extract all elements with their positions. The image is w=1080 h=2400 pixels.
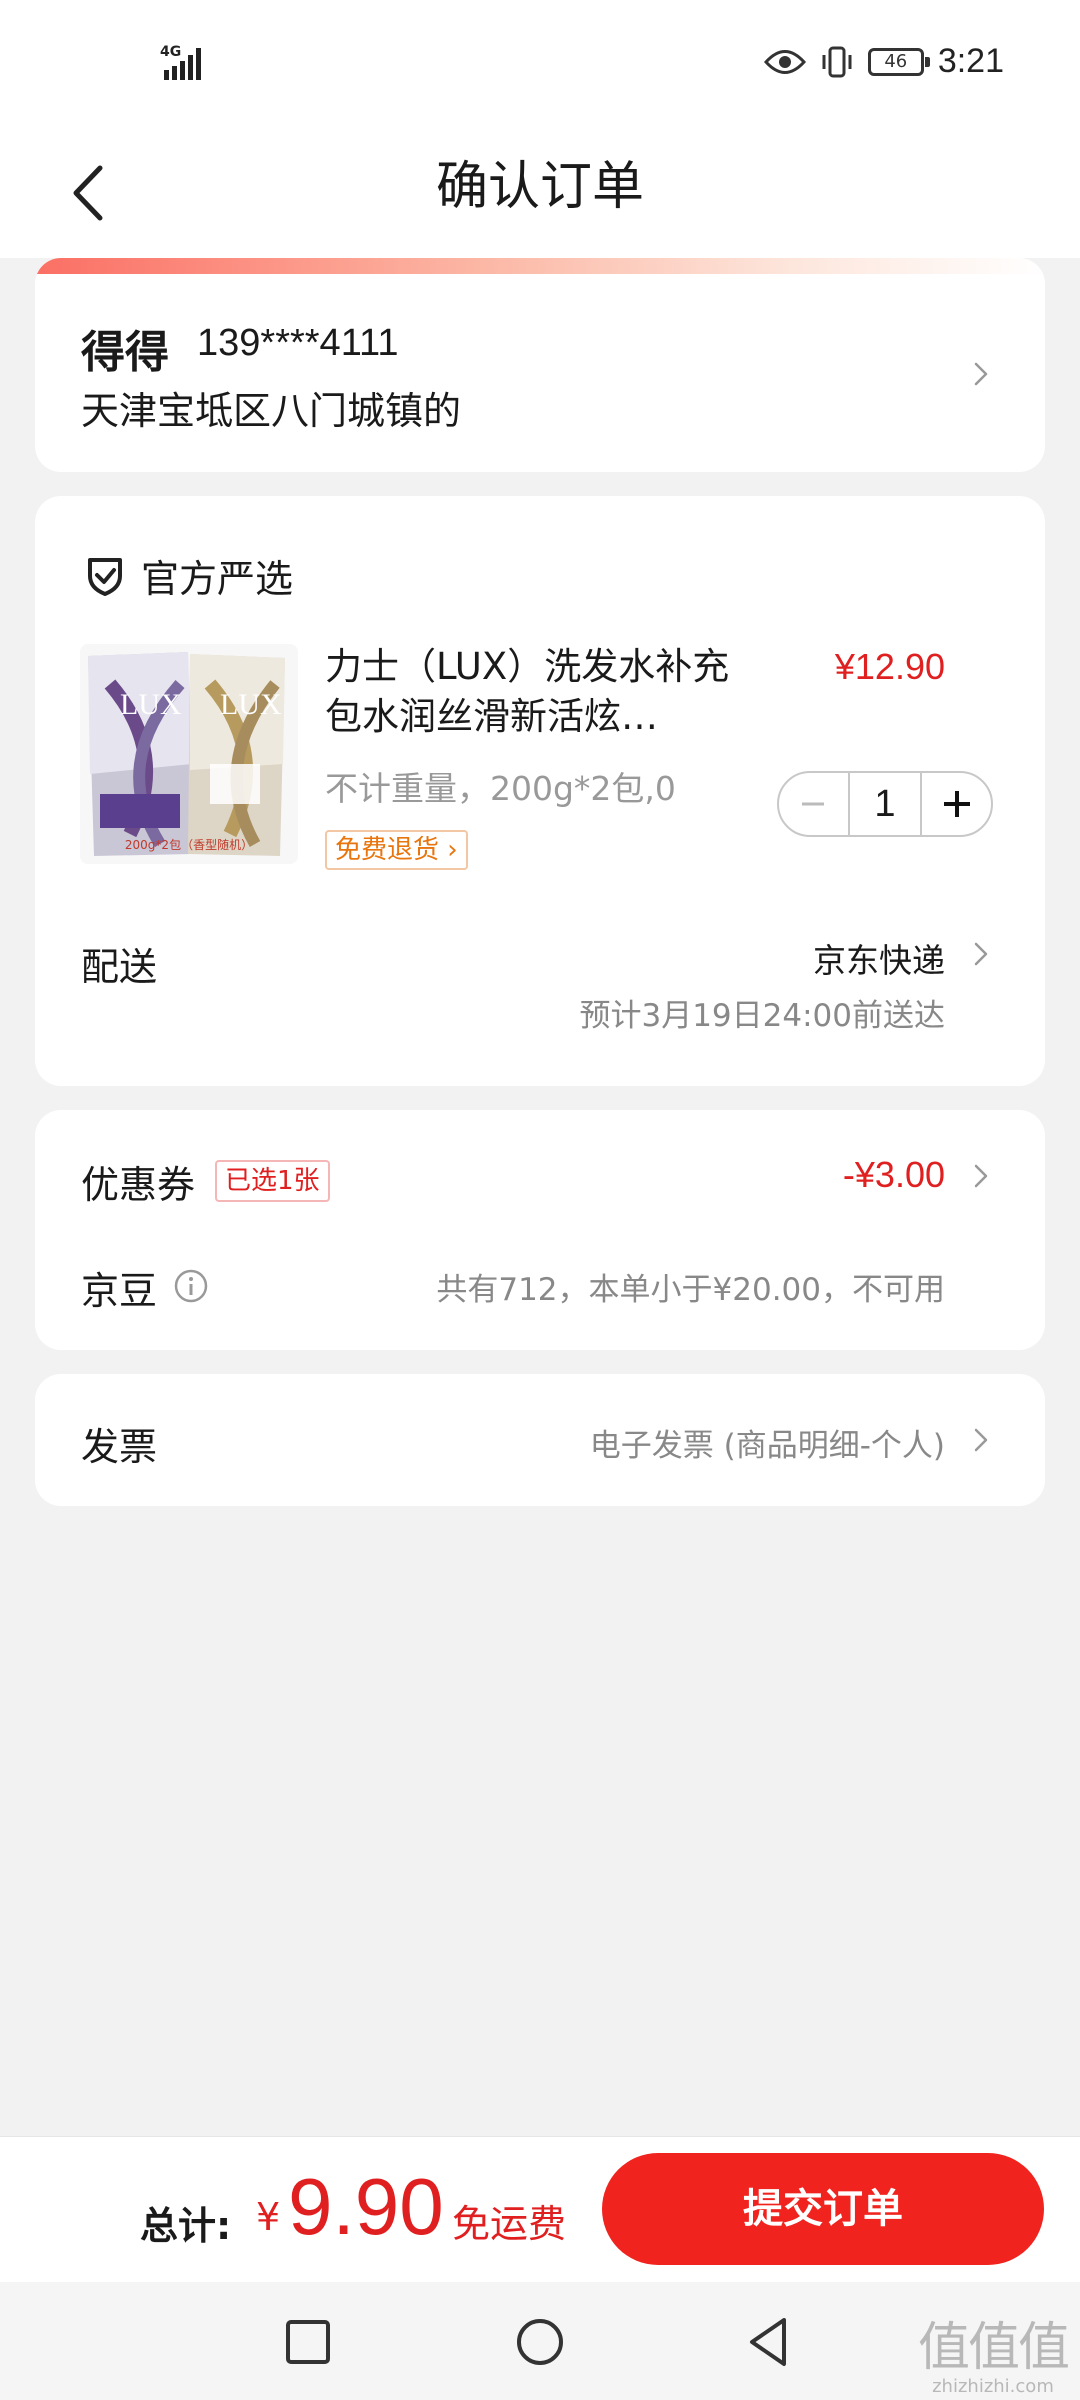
chevron-right-icon	[974, 1428, 988, 1452]
total-amount: 9.90	[288, 2162, 444, 2251]
watermark-logo: 值值值	[917, 2318, 1070, 2378]
invoice-label: 发票	[81, 1425, 158, 1469]
signal-indicator: 4G	[160, 44, 220, 84]
quantity-value[interactable]: 1	[847, 773, 923, 835]
circle-icon	[517, 2319, 563, 2365]
coupon-amount[interactable]: -¥3.00	[843, 1154, 945, 1196]
product-photo: LUX LUX 200g*2包（香型随机）	[80, 644, 298, 864]
page-header: 确认订单	[0, 130, 1080, 258]
square-icon	[286, 2320, 330, 2364]
shipping-carrier[interactable]: 京东快递	[813, 934, 945, 982]
product-brand-left: LUX	[120, 688, 182, 721]
watermark-url: zhizhizhi.com	[932, 2376, 1054, 2397]
invoice-value: 电子发票 (商品明细-个人)	[589, 1428, 945, 1464]
shipping-eta: 预计3月19日24:00前送达	[579, 998, 945, 1034]
back-nav-button[interactable]	[740, 2312, 800, 2372]
address-card[interactable]: 得得 139****4111 天津宝坻区八门城镇的	[35, 258, 1045, 472]
info-icon[interactable]	[173, 1268, 209, 1304]
free-shipping-label: 免运费	[452, 2202, 567, 2246]
chevron-right-icon	[974, 362, 988, 386]
store-badge: 官方严选	[85, 548, 293, 603]
vibrate-icon	[822, 46, 852, 77]
page-title: 确认订单	[435, 157, 644, 217]
product-price: ¥12.90	[834, 646, 945, 687]
increment-button[interactable]	[922, 773, 991, 835]
battery-icon: 46	[867, 47, 930, 76]
submit-order-button[interactable]: 提交订单	[602, 2153, 1044, 2265]
jd-bean-note: 共有712，本单小于¥20.00，不可用	[436, 1272, 945, 1308]
invoice-card[interactable]: 发票 电子发票 (商品明细-个人)	[35, 1374, 1045, 1506]
coupon-label[interactable]: 优惠券	[81, 1154, 195, 1209]
network-type: 4G	[160, 44, 182, 60]
home-button[interactable]	[510, 2312, 570, 2372]
product-title[interactable]: 力士（LUX）洗发水补充包水润丝滑新活炫…	[325, 642, 735, 742]
status-right-group: 46 3:21	[763, 42, 1004, 81]
eye-icon	[763, 49, 806, 74]
decrement-button[interactable]	[779, 773, 848, 835]
product-spec: 不计重量，200g*2包,0	[325, 769, 676, 808]
shipping-label: 配送	[81, 945, 158, 989]
product-brand-right: LUX	[220, 688, 282, 721]
chevron-right-icon[interactable]	[967, 940, 995, 968]
product-image-caption: 200g*2包（香型随机）	[125, 837, 253, 852]
shield-check-icon	[88, 557, 122, 596]
plus-icon	[943, 791, 970, 817]
quantity-stepper: 1	[777, 771, 993, 837]
coupon-selected-tag: 已选1张	[215, 1160, 330, 1202]
promo-card: 优惠券 已选1张 -¥3.00 京豆 共有712，本单小于¥20.00，不可用	[35, 1110, 1045, 1350]
address-stripe	[35, 258, 1045, 274]
clock: 3:21	[937, 42, 1004, 80]
recipient-name: 得得	[81, 327, 169, 378]
status-bar: 4G 46 3:21	[0, 0, 1080, 130]
total-label: 总计:	[140, 2204, 232, 2248]
recipient-phone: 139****4111	[197, 322, 399, 364]
checkout-bar: 总计: ¥ 9.90 免运费 提交订单	[0, 2136, 1080, 2283]
minus-icon	[802, 802, 825, 806]
watermark: 值值值 zhizhizhi.com	[917, 2318, 1070, 2398]
jd-bean-label: 京豆	[81, 1269, 158, 1313]
store-badge-label: 官方严选	[141, 557, 294, 601]
address-line: 天津宝坻区八门城镇的	[81, 389, 462, 433]
chevron-right-icon[interactable]	[967, 1162, 995, 1190]
free-return-tag[interactable]: 免费退货 ›	[325, 830, 468, 870]
goods-card: 官方严选 LUX LUX 200g*2包（香型随机） 力士（LUX）洗发水补充包…	[35, 496, 1045, 1086]
triangle-back-icon	[750, 2318, 786, 2366]
recents-button[interactable]	[278, 2312, 338, 2372]
product-image[interactable]: LUX LUX 200g*2包（香型随机）	[80, 644, 298, 864]
total-currency: ¥	[256, 2195, 281, 2239]
